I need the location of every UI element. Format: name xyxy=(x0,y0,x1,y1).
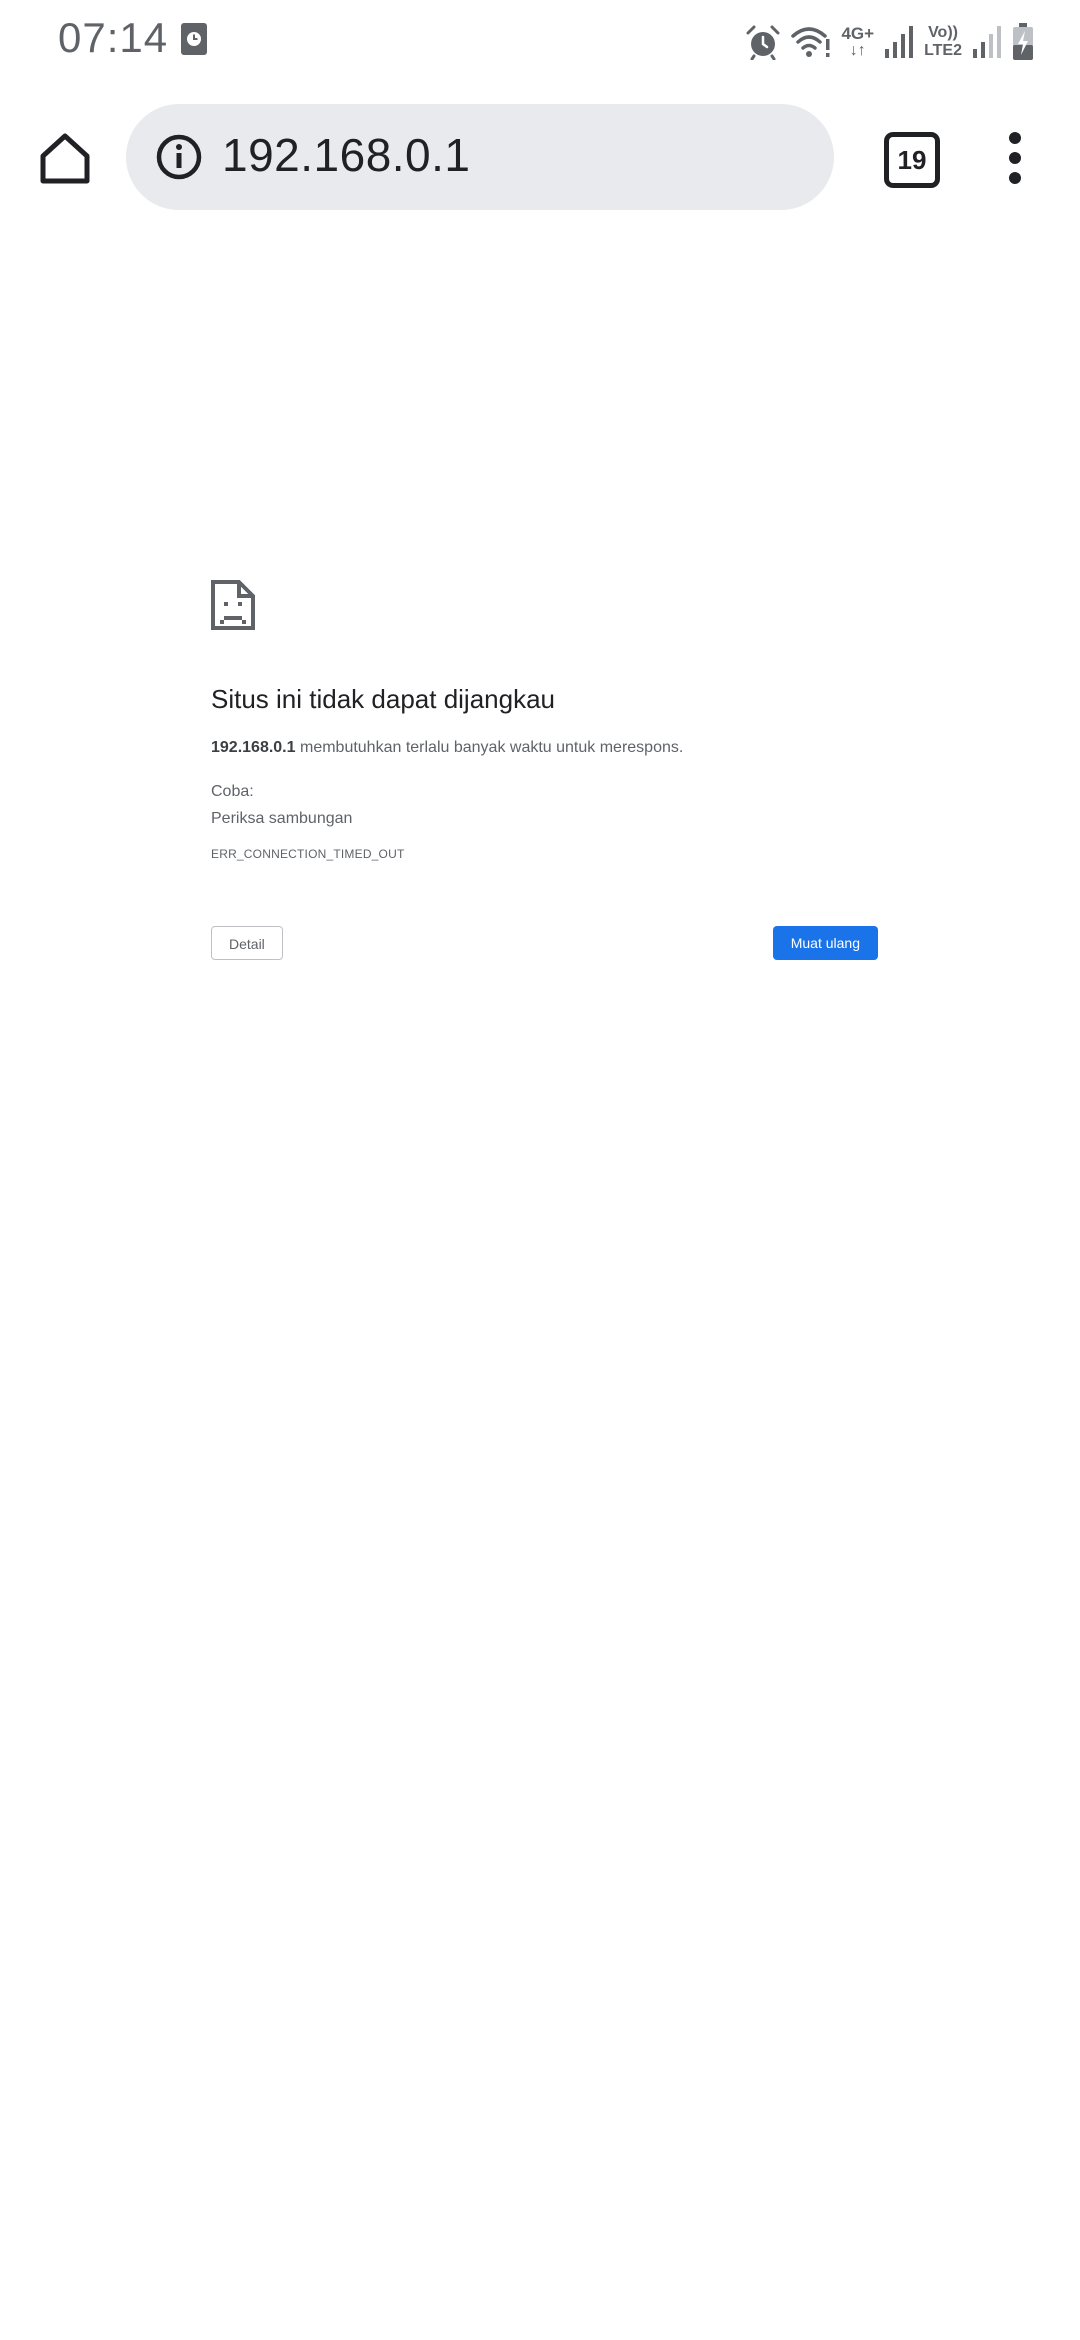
error-title: Situs ini tidak dapat dijangkau xyxy=(211,684,556,714)
menu-dot xyxy=(1009,132,1021,144)
menu-dot xyxy=(1009,152,1021,164)
info-icon[interactable] xyxy=(156,134,202,180)
menu-dot xyxy=(1009,172,1021,184)
network-arrows: ↓↑ xyxy=(849,42,866,59)
network-type-text: 4G+ xyxy=(841,24,875,43)
wifi-icon xyxy=(791,27,830,57)
url-text[interactable]: 192.168.0.1 xyxy=(222,128,471,182)
reload-button[interactable]: Muat ulang xyxy=(772,926,878,960)
browser-window: 07:14 4G+ ↓↑ Vo)) LTE2 192.168.0.1 19 Si… xyxy=(0,0,1080,2340)
more-vert-icon[interactable] xyxy=(1000,132,1030,184)
error-host: 192.168.0.1 xyxy=(211,739,296,756)
details-button[interactable]: Detail xyxy=(211,926,283,960)
suggestion-item: Periksa sambungan xyxy=(211,810,353,827)
volte-bottom-text: LTE2 xyxy=(924,42,962,59)
error-actions: Detail Muat ulang xyxy=(211,926,878,962)
tab-count: 19 xyxy=(897,144,927,175)
status-bar: 07:14 4G+ ↓↑ Vo)) LTE2 xyxy=(0,0,1080,84)
volte-label: Vo)) LTE2 xyxy=(924,24,962,60)
battery-charging-icon xyxy=(1013,23,1033,60)
status-time: 07:14 xyxy=(58,14,169,61)
error-message: 192.168.0.1 membutuhkan terlalu banyak w… xyxy=(211,736,881,760)
volte-top-text: Vo)) xyxy=(928,24,958,41)
network-type-label: 4G+ ↓↑ xyxy=(841,25,874,59)
error-code: ERR_CONNECTION_TIMED_OUT xyxy=(211,847,405,861)
tab-switcher-button[interactable]: 19 xyxy=(884,132,940,188)
error-message-text: membutuhkan terlalu banyak waktu untuk m… xyxy=(299,739,684,756)
try-label: Coba: xyxy=(211,783,254,800)
alarm-icon xyxy=(746,25,780,60)
signal-icon xyxy=(885,26,914,58)
screen-recorder-icon xyxy=(181,23,207,55)
sad-document-icon xyxy=(211,580,255,630)
error-page: Situs ini tidak dapat dijangkau 192.168.… xyxy=(211,580,881,960)
address-bar[interactable]: 192.168.0.1 xyxy=(126,104,834,210)
signal-icon xyxy=(973,26,1001,58)
browser-toolbar: 192.168.0.1 19 xyxy=(0,104,1080,212)
status-icons: 4G+ ↓↑ Vo)) LTE2 xyxy=(745,20,1034,64)
home-icon[interactable] xyxy=(38,132,92,184)
